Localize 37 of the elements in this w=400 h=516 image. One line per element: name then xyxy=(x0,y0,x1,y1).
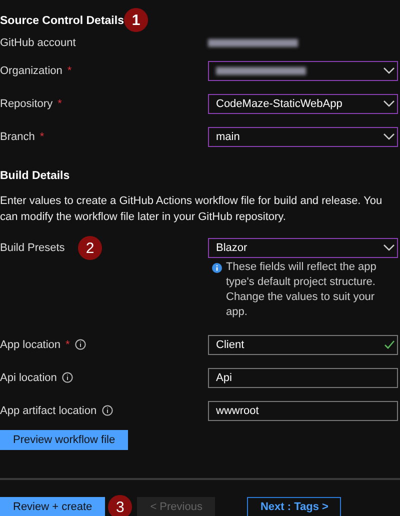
footer-button[interactable]: Review + create xyxy=(0,497,106,516)
step-callout: 2 xyxy=(78,236,102,260)
description-text: Enter values to create a GitHub Actions workflow file for build and release. You can modify the workflow file later in your GitHub repository. xyxy=(0,194,384,225)
field-label: Branch xyxy=(0,130,35,142)
dropdown-field[interactable] xyxy=(208,60,398,80)
preview-workflow-button[interactable]: Preview workflow file xyxy=(0,430,128,450)
input-field[interactable]: Api xyxy=(208,368,398,388)
input-field[interactable]: Client xyxy=(208,334,398,354)
required-asterisk: * xyxy=(58,98,62,110)
dropdown-field[interactable]: Blazor xyxy=(208,238,398,258)
chevron-down-icon xyxy=(383,244,395,252)
chevron-down-icon xyxy=(383,100,395,108)
section-heading: Build Details xyxy=(0,170,70,182)
footer-button[interactable]: Next : Tags > xyxy=(247,497,342,516)
input-field[interactable]: wwwroot xyxy=(208,400,398,420)
step-callout: 3 xyxy=(108,495,132,516)
info-icon xyxy=(212,263,222,273)
field-label: App location xyxy=(0,338,61,350)
required-asterisk: * xyxy=(67,64,72,76)
field-label: Build Presets xyxy=(0,242,65,254)
info-icon xyxy=(62,372,73,383)
field-label: Organization xyxy=(0,64,62,76)
chevron-down-icon xyxy=(383,66,395,74)
field-label: Repository xyxy=(0,98,53,110)
field-label: Api location xyxy=(0,372,57,384)
step-callout: 1 xyxy=(124,8,148,32)
info-icon xyxy=(102,405,113,416)
required-asterisk: * xyxy=(66,338,70,350)
required-asterisk: * xyxy=(40,130,44,142)
section-heading: Source Control Details xyxy=(0,15,124,27)
field-label: GitHub account xyxy=(0,37,76,49)
chevron-down-icon xyxy=(383,132,395,140)
dropdown-field[interactable]: CodeMaze-StaticWebApp xyxy=(208,94,398,114)
info-icon xyxy=(74,339,86,350)
dropdown-field[interactable]: main xyxy=(208,126,398,146)
field-label: App artifact location xyxy=(0,404,97,416)
info-note: These fields will reflect the app type's default project structure. Change the values to suit your app. xyxy=(226,260,378,320)
